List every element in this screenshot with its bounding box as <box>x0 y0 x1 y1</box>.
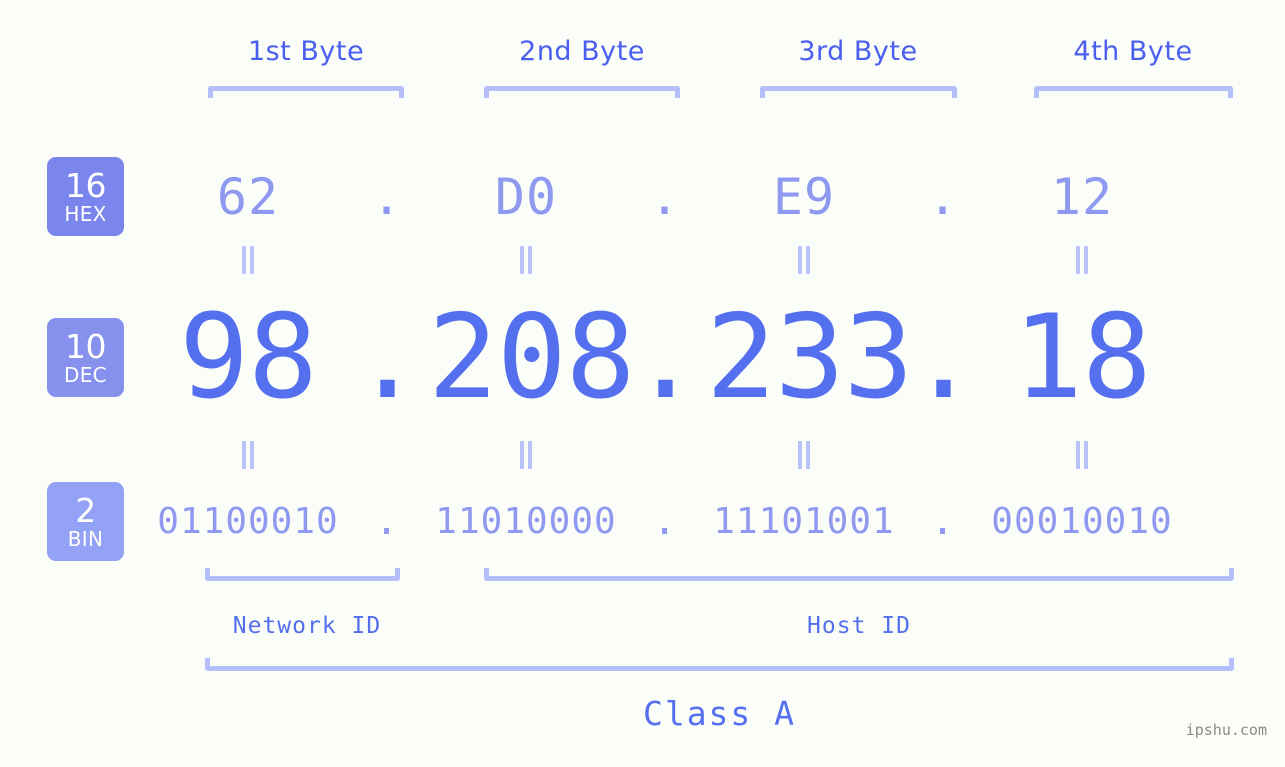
equality-spacer-2 <box>624 245 706 275</box>
byte-header-1: 1st Byte <box>247 36 365 67</box>
equality-spacer-4 <box>346 440 428 470</box>
dec-octet-1: 98 <box>179 290 318 425</box>
bin-separator-2: . <box>652 498 678 544</box>
base-badge-hex: 16 HEX <box>47 157 124 236</box>
equals-icon <box>519 441 533 469</box>
hex-separator-3: . <box>927 168 959 226</box>
equality-spacer-5 <box>624 440 706 470</box>
byte-bracket-1-icon <box>208 86 404 98</box>
equality-marker-6 <box>428 440 624 470</box>
base-badge-bin-number: 2 <box>75 491 96 530</box>
bin-octet-4: 00010010 <box>991 500 1173 542</box>
equality-spacer-1 <box>346 245 428 275</box>
equality-marker-8 <box>984 440 1180 470</box>
base-badge-bin-system: BIN <box>67 527 104 551</box>
binary-value-row: 01100010 . 11010000 . 11101001 . 0001001… <box>150 492 1285 550</box>
base-badge-dec: 10 DEC <box>47 318 124 397</box>
network-id-label: Network ID <box>232 613 382 639</box>
bin-separator-3: . <box>930 498 956 544</box>
byte-bracket-2-icon <box>484 86 680 98</box>
bin-octet-2: 11010000 <box>435 500 617 542</box>
bin-octet-3: 11101001 <box>713 500 895 542</box>
equals-icon <box>1075 246 1089 274</box>
dec-octet-3: 233 <box>706 290 914 425</box>
equals-icon <box>797 246 811 274</box>
equality-marker-3 <box>706 245 902 275</box>
equality-marker-5 <box>150 440 346 470</box>
hex-octet-2: D0 <box>494 168 558 226</box>
base-badge-hex-system: HEX <box>64 202 107 226</box>
equals-icon <box>519 246 533 274</box>
dec-separator-3: . <box>908 290 979 425</box>
hex-separator-2: . <box>649 168 681 226</box>
dec-octet-4: 18 <box>1013 290 1152 425</box>
decimal-value-row: 98 . 208 . 233 . 18 <box>150 290 1285 425</box>
base-badge-dec-number: 10 <box>65 327 107 366</box>
equality-spacer-3 <box>902 245 984 275</box>
hex-separator-1: . <box>371 168 403 226</box>
equality-marker-row-bottom <box>150 440 1285 470</box>
equality-marker-1 <box>150 245 346 275</box>
ip-breakdown-diagram: 1st Byte 2nd Byte 3rd Byte 4th Byte 16 H… <box>0 0 1285 767</box>
host-id-label: Host ID <box>807 613 911 639</box>
dec-octet-2: 208 <box>428 290 636 425</box>
byte-header-4: 4th Byte <box>1073 36 1193 67</box>
hex-octet-1: 62 <box>216 168 280 226</box>
dec-separator-2: . <box>630 290 701 425</box>
byte-bracket-3-icon <box>760 86 957 98</box>
equality-marker-row-top <box>150 245 1285 275</box>
equals-icon <box>1075 441 1089 469</box>
class-label: Class A <box>642 694 797 733</box>
bin-octet-1: 01100010 <box>157 500 339 542</box>
equality-marker-4 <box>984 245 1180 275</box>
bin-separator-1: . <box>374 498 400 544</box>
equals-icon <box>797 441 811 469</box>
site-watermark: ipshu.com <box>1185 721 1267 739</box>
base-badge-bin: 2 BIN <box>47 482 124 561</box>
hex-value-row: 62 . D0 . E9 . 12 <box>150 155 1285 239</box>
base-badge-hex-number: 16 <box>65 166 107 205</box>
byte-header-3: 3rd Byte <box>798 36 918 67</box>
hex-octet-3: E9 <box>772 168 836 226</box>
equality-marker-2 <box>428 245 624 275</box>
equals-icon <box>241 441 255 469</box>
byte-header-2: 2nd Byte <box>519 36 645 67</box>
dec-separator-1: . <box>352 290 423 425</box>
hex-octet-4: 12 <box>1050 168 1114 226</box>
host-id-bracket-icon <box>484 568 1234 581</box>
equality-marker-7 <box>706 440 902 470</box>
class-bracket-icon <box>205 658 1234 671</box>
network-id-bracket-icon <box>205 568 400 581</box>
base-badge-dec-system: DEC <box>64 363 107 387</box>
equality-spacer-6 <box>902 440 984 470</box>
equals-icon <box>241 246 255 274</box>
byte-bracket-4-icon <box>1034 86 1233 98</box>
